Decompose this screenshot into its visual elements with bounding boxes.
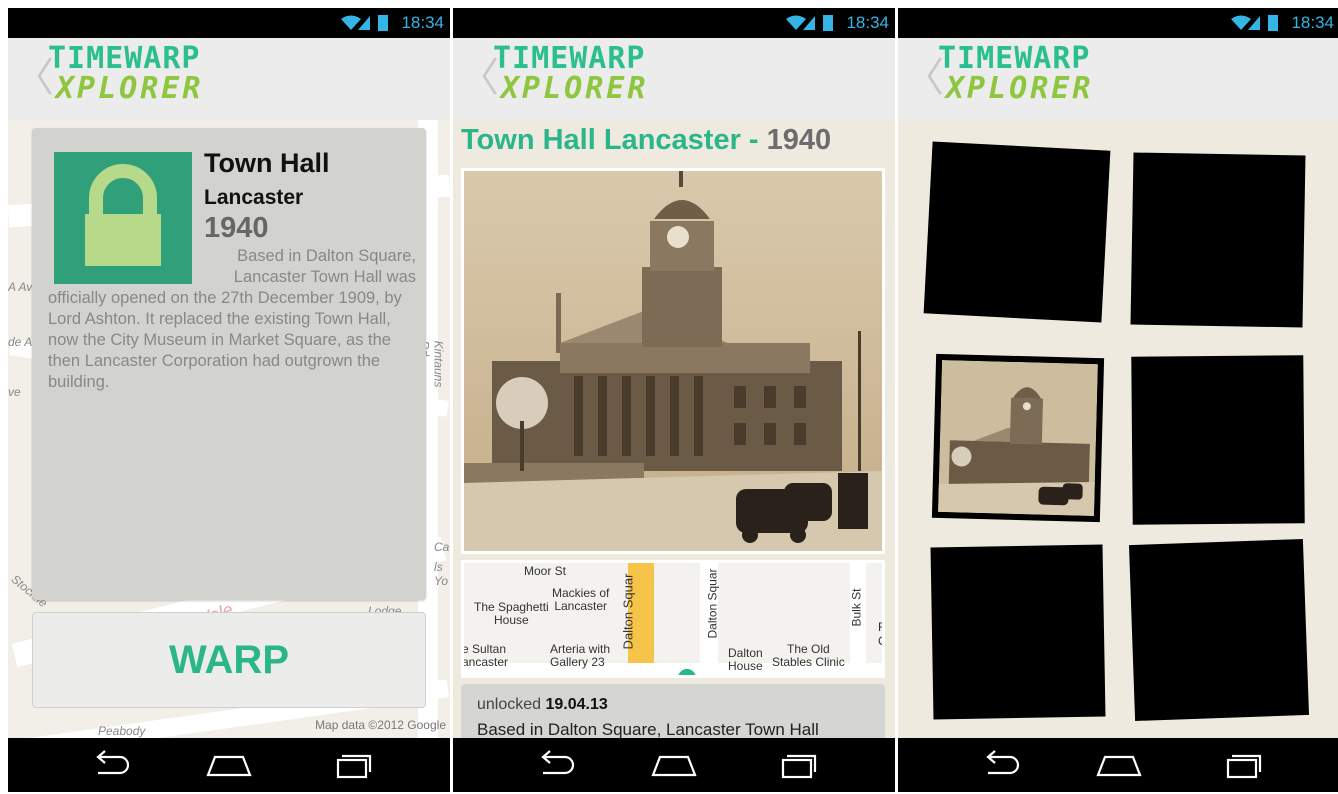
map-label-dalton-square: Dalton Squar — [620, 573, 636, 650]
status-time: 18:34 — [846, 13, 889, 32]
screen-location-card: 18:34 〈 TIMEWARP XPLORER A Av de A ve Ki… — [8, 8, 450, 792]
wifi-icon — [1231, 15, 1251, 30]
wifi-icon — [786, 15, 806, 30]
logo-line1: TIMEWARP — [493, 41, 646, 76]
nav-back-icon[interactable] — [974, 748, 1024, 782]
battery-icon — [1268, 15, 1278, 31]
action-bar: 〈 TIMEWARP XPLORER — [898, 38, 1338, 120]
content-area: A Av de A ve Kintauns Rd Lodge Vale Peab… — [8, 120, 450, 738]
map-label-bulk-st: Bulk St — [849, 588, 864, 627]
status-bar: 18:34 — [8, 8, 450, 38]
map-label-dalton-square-2: Dalton Squar — [705, 568, 720, 639]
location-mini-map[interactable]: Moor St Mackies of Lancaster The Spaghet… — [461, 560, 885, 678]
map-label: ve — [8, 385, 21, 399]
map-label-edge-c: C — [878, 635, 882, 648]
screen-location-detail: 18:34 〈 TIMEWARP XPLORER Town Hall Lanca… — [453, 8, 895, 792]
lock-tile — [54, 152, 192, 284]
logo-line2: XPLORER — [946, 71, 1094, 106]
town-hall-photo — [464, 171, 882, 551]
logo-line1: TIMEWARP — [48, 41, 201, 76]
logo-line2: XPLORER — [501, 71, 649, 106]
content-area — [898, 120, 1338, 738]
historic-photo[interactable] — [461, 168, 885, 554]
unlocked-line: unlocked 19.04.13 — [477, 696, 608, 714]
screen-collection-grid: 18:34 〈 TIMEWARP XPLORER — [898, 8, 1338, 792]
map-label: A Av — [8, 280, 33, 294]
locked-photo-tile[interactable] — [1131, 355, 1305, 525]
nav-bar — [8, 738, 450, 792]
status-bar: 18:34 — [453, 8, 895, 38]
status-icons — [341, 15, 388, 31]
card-subtitle: Lancaster — [204, 186, 304, 209]
detail-title: Town Hall Lancaster - 1940 — [461, 124, 831, 157]
nav-back-icon[interactable] — [529, 748, 579, 782]
map-label-moor-st: Moor St — [524, 564, 567, 578]
map-label: Ca — [434, 540, 450, 554]
location-card[interactable]: Town Hall Lancaster 1940 Based in Dalton… — [32, 128, 426, 600]
lock-icon — [85, 164, 161, 266]
detail-title-separator: - — [740, 124, 767, 156]
detail-title-place: Town Hall Lancaster — [461, 124, 741, 156]
card-description-top: Based in Dalton Square, Lancaster Town H… — [233, 247, 416, 286]
locked-photo-tile[interactable] — [1128, 539, 1310, 721]
logo-line1: TIMEWARP — [938, 41, 1091, 76]
wifi-icon — [341, 15, 361, 30]
nav-recents-icon[interactable] — [1218, 748, 1268, 782]
locked-photo-tile[interactable] — [1130, 152, 1306, 328]
nav-recents-icon[interactable] — [773, 748, 823, 782]
map-label: ls Yo — [434, 560, 449, 588]
unlocked-date: 19.04.13 — [545, 696, 608, 713]
nav-bar — [453, 738, 895, 792]
map-label-edge-f: F — [878, 620, 885, 634]
app-logo: TIMEWARP XPLORER — [48, 44, 203, 104]
unlocked-photo-tile[interactable] — [931, 353, 1105, 523]
battery-icon — [823, 15, 833, 31]
locked-photo-tile[interactable] — [923, 141, 1111, 323]
map-label-old-stables: The Old Stables Clinic — [772, 642, 845, 669]
town-hall-thumbnail — [938, 359, 1098, 517]
map-label-dalton-house: Dalton House — [728, 646, 763, 673]
map-label: de A — [8, 335, 33, 349]
card-year: 1940 — [204, 212, 269, 244]
map-label-spaghetti: The Spaghetti House — [474, 600, 549, 627]
status-icons — [786, 15, 833, 31]
signal-icon — [803, 16, 815, 30]
info-description: Based in Dalton Square, Lancaster Town H… — [477, 720, 819, 738]
map-credit: Map data ©2012 Google — [315, 718, 446, 732]
nav-bar — [898, 738, 1338, 792]
app-logo: TIMEWARP XPLORER — [938, 44, 1093, 104]
locked-photo-tile[interactable] — [930, 544, 1106, 720]
signal-icon — [358, 16, 370, 30]
nav-home-icon[interactable] — [649, 748, 699, 782]
map-label: Peabody — [98, 724, 146, 738]
status-time: 18:34 — [401, 13, 444, 32]
nav-recents-icon[interactable] — [328, 748, 378, 782]
info-card[interactable]: unlocked 19.04.13 Based in Dalton Square… — [461, 684, 885, 738]
detail-title-year: 1940 — [766, 124, 832, 156]
nav-back-icon[interactable] — [84, 748, 134, 782]
signal-icon — [1248, 16, 1260, 30]
nav-home-icon[interactable] — [1094, 748, 1144, 782]
status-time: 18:34 — [1291, 13, 1334, 32]
status-icons — [1231, 15, 1278, 31]
logo-line2: XPLORER — [56, 71, 204, 106]
action-bar: 〈 TIMEWARP XPLORER — [8, 38, 450, 120]
map-label-mackies: Mackies of Lancaster — [552, 586, 610, 613]
action-bar: 〈 TIMEWARP XPLORER — [453, 38, 895, 120]
warp-button[interactable]: WARP — [32, 612, 426, 708]
battery-icon — [378, 15, 388, 31]
card-title: Town Hall — [204, 148, 330, 178]
status-bar: 18:34 — [898, 8, 1338, 38]
app-logo: TIMEWARP XPLORER — [493, 44, 648, 104]
content-area: Town Hall Lancaster - 1940 Moor St Macki… — [453, 120, 895, 738]
card-description: officially opened on the 27th December 1… — [48, 289, 402, 391]
unlocked-label: unlocked — [477, 696, 542, 713]
map-label-sultan: e Sultan ancaster — [462, 642, 509, 669]
map-label-arteria: Arteria with Gallery 23 — [550, 642, 611, 669]
nav-home-icon[interactable] — [204, 748, 254, 782]
